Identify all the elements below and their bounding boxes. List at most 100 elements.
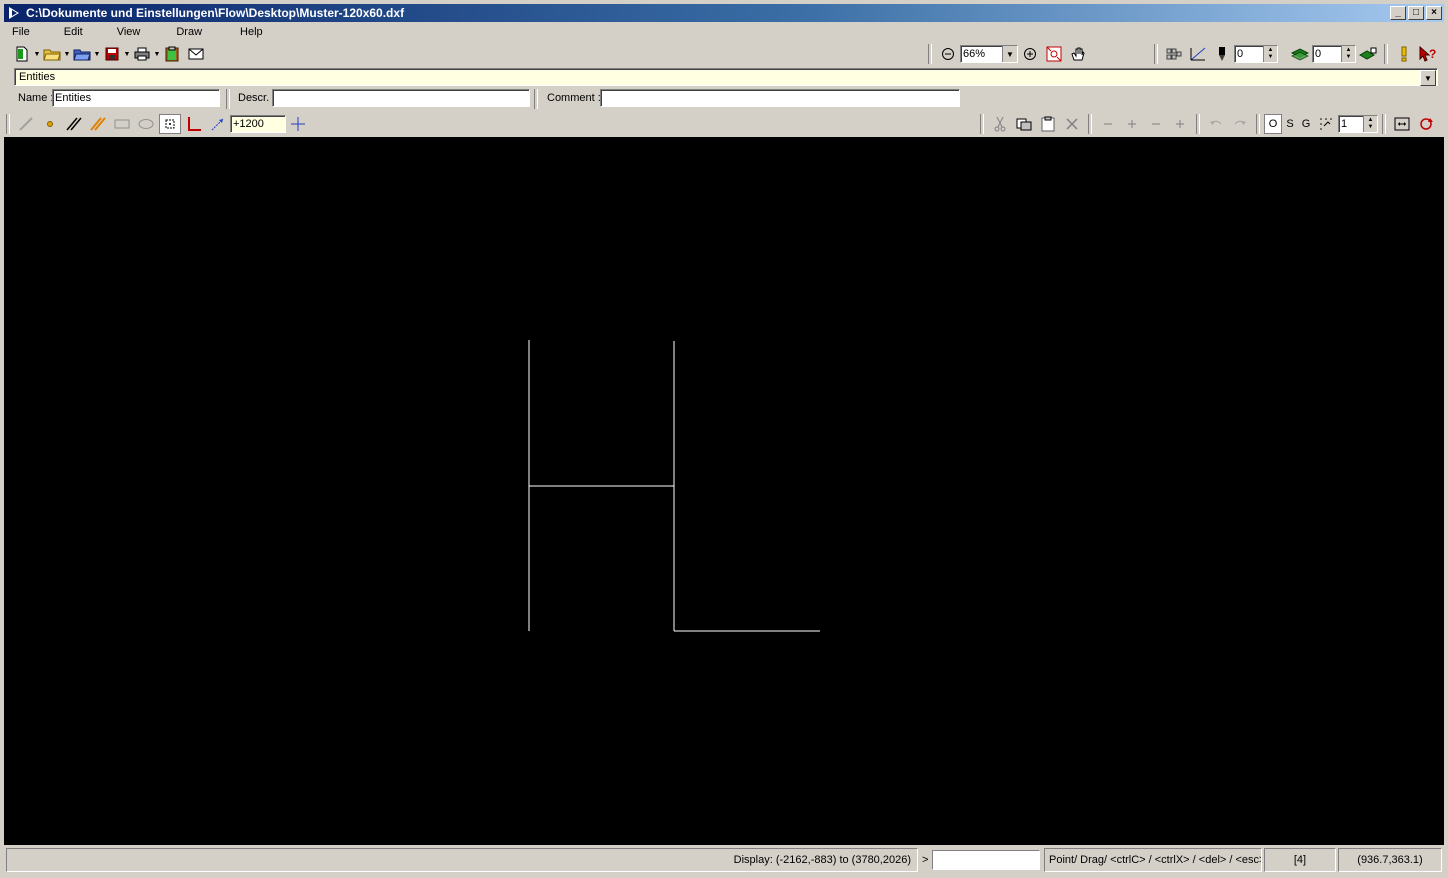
zoom-in-icon[interactable] (1019, 44, 1041, 64)
grid-icon[interactable] (1315, 114, 1337, 134)
osnap-s-button[interactable]: S (1282, 115, 1298, 133)
entities-dropdown-icon[interactable]: ▼ (1420, 70, 1436, 86)
grid-spin[interactable]: 1 ▲ ▼ (1338, 115, 1378, 133)
layer-manager-icon[interactable] (1357, 44, 1379, 64)
layer-spin[interactable]: 0 ▲ ▼ (1312, 45, 1356, 63)
color-spin[interactable]: 0 ▲ ▼ (1234, 45, 1278, 63)
line-tool-icon[interactable] (15, 114, 37, 134)
layer-spinner-icon[interactable]: ▲ ▼ (1341, 46, 1355, 62)
menu-view[interactable]: View (111, 23, 147, 41)
relative-coord-icon[interactable] (207, 114, 229, 134)
prompt-marker: > (922, 854, 929, 866)
double-line-icon[interactable] (87, 114, 109, 134)
recent-dropdown-icon[interactable]: ▼ (94, 44, 101, 64)
toolbar-separator (1154, 44, 1158, 64)
drawing-canvas[interactable] (4, 137, 1444, 845)
zoom-value: 66% (963, 48, 986, 60)
menu-file[interactable]: File (6, 23, 36, 41)
status-bar: Display: (-2162,-883) to (3780,2026) > P… (4, 848, 1444, 874)
linetype-icon[interactable] (1187, 44, 1209, 64)
paste-icon[interactable] (1037, 114, 1059, 134)
toolbar-separator (1382, 114, 1386, 134)
props-separator (534, 89, 538, 109)
entities-select[interactable]: Entities ▼ (14, 68, 1438, 86)
toolbar-separator (1088, 114, 1092, 134)
ortho-icon[interactable] (183, 114, 205, 134)
toolbar-separator (980, 114, 984, 134)
zoom-extents-icon[interactable] (1043, 44, 1065, 64)
open-dropdown-icon[interactable]: ▼ (64, 44, 71, 64)
undo-icon[interactable] (1205, 114, 1227, 134)
descr-label: Descr. (238, 92, 270, 104)
print-dropdown-icon[interactable]: ▼ (154, 44, 161, 64)
toolbar-separator (1196, 114, 1200, 134)
toolbar-separator (1384, 44, 1388, 64)
name-field[interactable]: Entities (52, 89, 220, 107)
toolbar-separator (928, 44, 932, 64)
minus-icon[interactable] (1145, 114, 1167, 134)
minimize-button[interactable]: _ (1390, 6, 1406, 20)
descr-field[interactable] (272, 89, 530, 107)
open-folder-icon[interactable] (41, 44, 63, 64)
comment-field[interactable] (600, 89, 960, 107)
coordinate-input[interactable]: +1200 (230, 115, 286, 133)
menu-edit[interactable]: Edit (58, 23, 89, 41)
properties-bar: Name : Entities Descr. Comment : (4, 88, 1444, 110)
grid-spinner-icon[interactable]: ▲ ▼ (1363, 116, 1377, 132)
pan-hand-icon[interactable] (1067, 44, 1089, 64)
mail-icon[interactable] (185, 44, 207, 64)
zoom-select[interactable]: 66% ▼ (960, 45, 1018, 63)
menu-help[interactable]: Help (234, 23, 269, 41)
plus-icon[interactable] (1169, 114, 1191, 134)
rectangle-tool-icon[interactable] (111, 114, 133, 134)
osnap-o-button[interactable]: O (1264, 114, 1282, 134)
color-spinner-icon[interactable]: ▲ ▼ (1263, 46, 1277, 62)
clipboard-icon[interactable] (161, 44, 183, 64)
new-dropdown-icon[interactable]: ▼ (34, 44, 41, 64)
select-window-icon[interactable] (159, 114, 181, 134)
maximize-button[interactable]: □ (1408, 6, 1424, 20)
warning-icon[interactable] (1393, 44, 1415, 64)
zoom-dropdown-icon[interactable]: ▼ (1002, 46, 1017, 62)
menu-bar: File Edit View Draw Help (4, 23, 1444, 41)
regen-icon[interactable] (1415, 114, 1437, 134)
parallel-line-icon[interactable] (63, 114, 85, 134)
blocks-icon[interactable] (1163, 44, 1185, 64)
entities-selected-value: Entities (19, 71, 56, 83)
new-file-icon[interactable] (11, 44, 33, 64)
grid-value: 1 (1341, 118, 1348, 130)
zoom-out-icon[interactable] (937, 44, 959, 64)
app-icon[interactable] (6, 5, 22, 21)
open-recent-icon[interactable] (71, 44, 93, 64)
save-dropdown-icon[interactable]: ▼ (124, 44, 131, 64)
layers-icon[interactable] (1289, 44, 1311, 64)
menu-draw[interactable]: Draw (170, 23, 208, 41)
redo-icon[interactable] (1229, 114, 1251, 134)
main-toolbar: ▼ ▼ ▼ ▼ ▼ 66% ▼ 0 ▲ ▼ 0 ▲ ▼ ? (4, 42, 1444, 66)
cut-icon[interactable] (989, 114, 1011, 134)
print-icon[interactable] (131, 44, 153, 64)
display-range: Display: (-2162,-883) to (3780,2026) (6, 848, 918, 872)
title-bar: C:\Dokumente und Einstellungen\Flow\Desk… (4, 4, 1444, 22)
minus-icon[interactable] (1097, 114, 1119, 134)
dimension-icon[interactable] (1391, 114, 1413, 134)
toolbar-separator (1256, 114, 1260, 134)
drawing-svg[interactable] (4, 137, 1444, 845)
help-pointer-icon[interactable]: ? (1417, 44, 1439, 64)
point-tool-icon[interactable] (39, 114, 61, 134)
osnap-g-button[interactable]: G (1298, 115, 1314, 133)
pen-color-icon[interactable] (1211, 44, 1233, 64)
ellipse-tool-icon[interactable] (135, 114, 157, 134)
command-input[interactable] (932, 850, 1040, 870)
save-icon[interactable] (101, 44, 123, 64)
svg-text:?: ? (1429, 47, 1436, 61)
copy-icon[interactable] (1013, 114, 1035, 134)
cursor-coordinates: (936.7,363.1) (1338, 848, 1442, 872)
toolbar-separator (6, 114, 10, 134)
status-hint: Point/ Drag/ <ctrlC> / <ctrlX> / <del> /… (1044, 848, 1262, 872)
name-label: Name : (18, 92, 54, 104)
plus-icon[interactable] (1121, 114, 1143, 134)
crosshair-icon[interactable] (287, 114, 309, 134)
delete-icon[interactable] (1061, 114, 1083, 134)
close-button[interactable]: × (1426, 6, 1442, 20)
